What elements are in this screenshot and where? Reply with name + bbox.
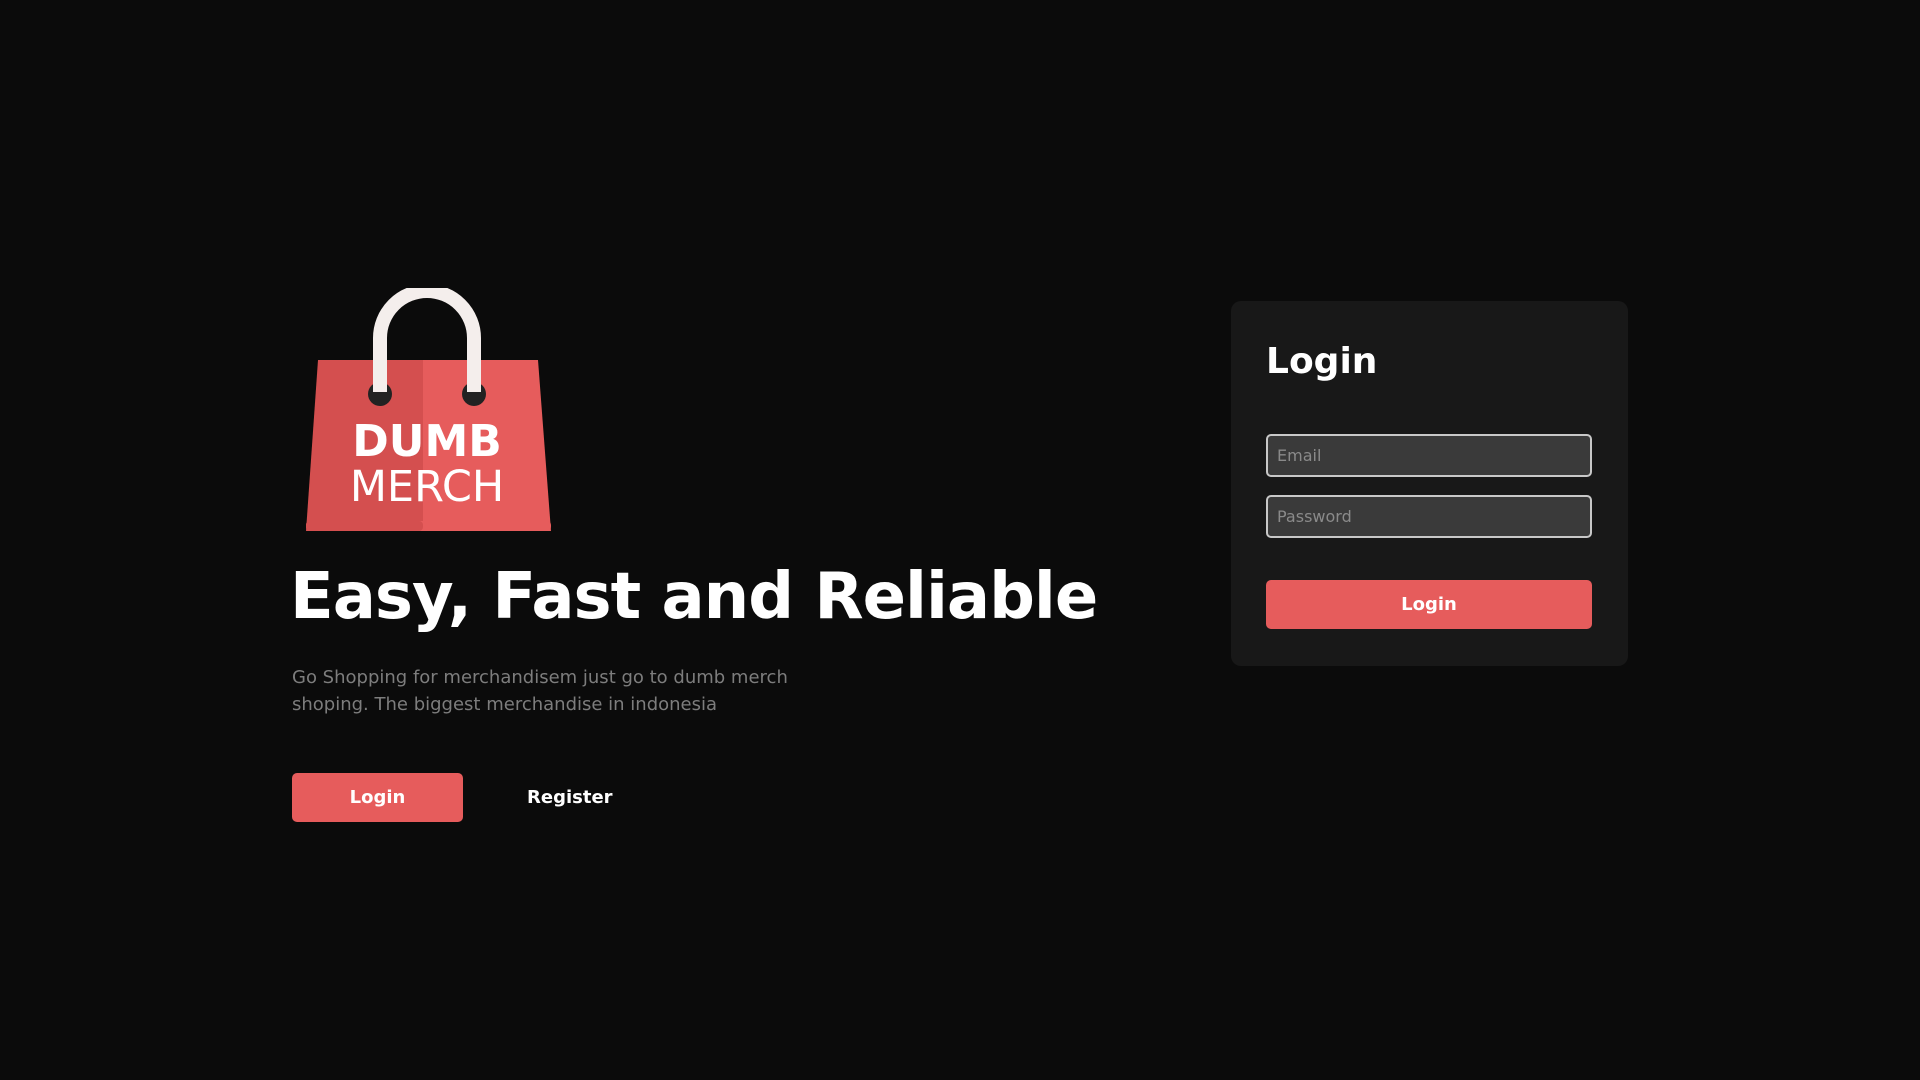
hero-headline: Easy, Fast and Reliable: [290, 560, 1098, 634]
login-card: Login Login: [1231, 301, 1628, 666]
email-field[interactable]: [1266, 434, 1592, 477]
logo-text-merch: MERCH: [349, 462, 505, 512]
hero-actions: Login Register: [292, 773, 627, 822]
logo-text-dumb: DUMB: [352, 416, 502, 467]
hero-subtext: Go Shopping for merchandisem just go to …: [292, 667, 788, 715]
login-card-title: Login: [1266, 341, 1378, 382]
login-submit-button[interactable]: Login: [1266, 580, 1592, 629]
dumb-merch-logo: DUMB MERCH: [303, 288, 563, 533]
hero-register-button[interactable]: Register: [513, 773, 627, 822]
password-field[interactable]: [1266, 495, 1592, 538]
landing-page: DUMB MERCH Easy, Fast and Reliable Go Sh…: [0, 0, 1920, 1080]
hero-login-button[interactable]: Login: [292, 773, 463, 822]
